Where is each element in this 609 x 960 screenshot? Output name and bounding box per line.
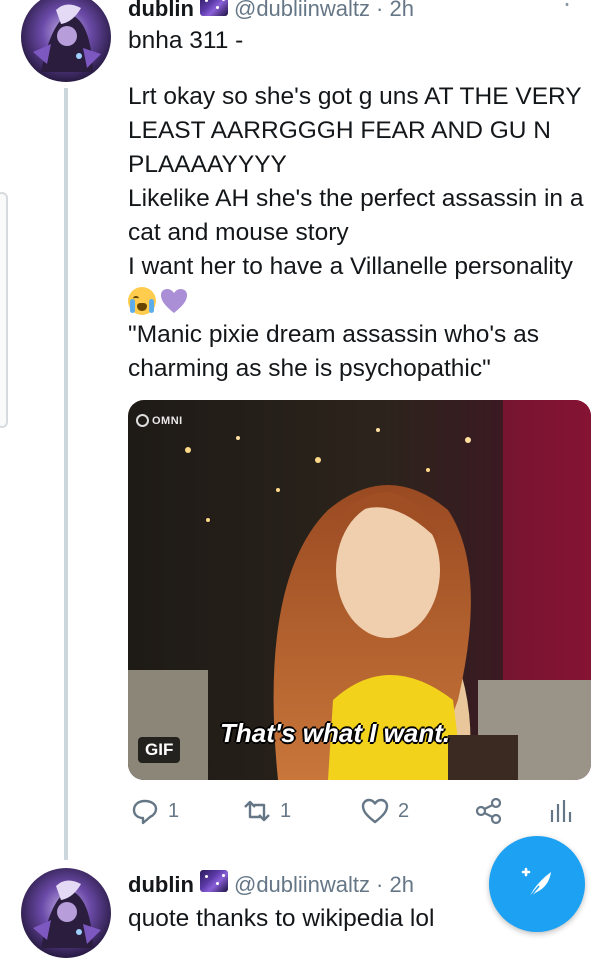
compose-tweet-button[interactable] [489,836,585,932]
tweet-timestamp[interactable]: · 2h [376,872,414,898]
retweet-count: 1 [280,799,292,822]
analytics-icon [550,800,572,822]
reply-count: 1 [168,799,180,822]
tweet-timestamp[interactable]: · 2h [376,0,414,22]
purple-heart-emoji [161,289,187,313]
tweet-actions: 1 1 2 [128,796,591,832]
gif-caption: That's what I want. [220,718,451,748]
reply-context-text: bnha 311 - [128,27,244,54]
tweet-line: Likelike AH she's the perfect assassin i… [128,185,584,246]
scroll-edge-handle [0,192,8,428]
reply-icon [132,799,158,825]
tweet[interactable]: dublin @dubliinwaltz · 2h ⋮ bnha 311 - L… [128,0,591,386]
tweet-line: I want her to have a Villanelle personal… [128,253,573,280]
user-handle[interactable]: @dubliinwaltz [234,872,370,898]
avatar[interactable] [21,868,111,958]
gif-media[interactable]: OMNI That's what I want. GIF [128,400,591,780]
tweet-body: Lrt okay so she's got g uns AT THE VERY … [128,80,591,386]
emoji-row [128,284,591,318]
gif-badge: GIF [138,737,181,763]
like-count: 2 [398,799,410,822]
omni-logo-icon [136,414,149,427]
share-button[interactable] [474,796,504,826]
heart-icon [361,798,389,824]
retweet-icon [244,800,270,822]
avatar[interactable] [21,0,111,82]
display-name[interactable]: dublin [128,872,194,898]
display-name[interactable]: dublin [128,0,194,22]
crying-face-emoji [128,287,156,315]
reply-button[interactable]: 1 [130,796,179,826]
compose-tweet-icon [521,867,551,899]
retweet-button[interactable]: 1 [242,796,291,826]
omni-watermark: OMNI [136,414,183,427]
galaxy-flair-emoji [199,870,228,892]
share-icon [475,797,502,825]
user-handle[interactable]: @dubliinwaltz [234,0,370,22]
thread-connector-line [64,88,68,860]
tweet-line: Lrt okay so she's got g uns AT THE VERY … [128,83,582,178]
watermark-text: OMNI [152,414,183,427]
tweet-quote: "Manic pixie dream assassin who's as cha… [128,321,539,382]
reply-context: bnha 311 - [128,24,591,58]
like-button[interactable]: 2 [360,796,409,826]
tweet-header: dublin @dubliinwaltz · 2h [128,0,591,22]
more-options-icon[interactable]: ⋮ [555,0,579,9]
analytics-button[interactable] [546,796,576,826]
galaxy-flair-emoji [199,0,228,16]
